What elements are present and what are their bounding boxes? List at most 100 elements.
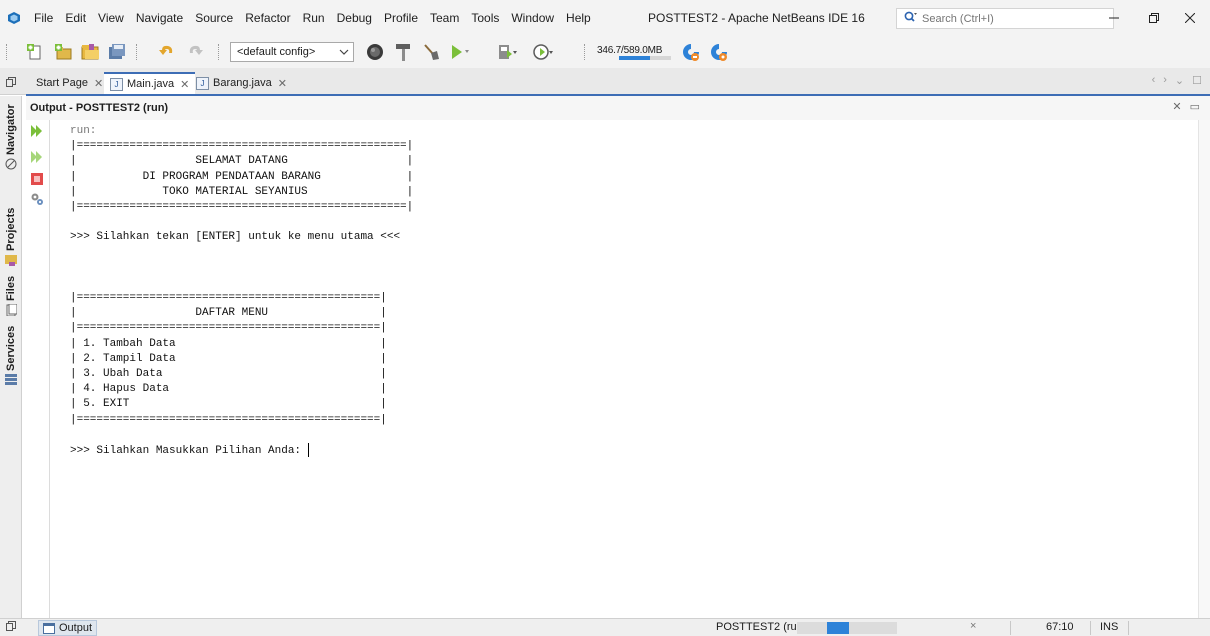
console-line: | 5. EXIT |: [70, 397, 1198, 412]
show-opened-documents-icon[interactable]: ⌄: [1175, 74, 1184, 87]
tab-navigation: ‹ › ⌄ ☐: [1152, 74, 1202, 87]
output-console[interactable]: run: |===================================…: [52, 120, 1198, 618]
new-project-button[interactable]: [52, 42, 74, 62]
open-project-icon: [81, 44, 99, 60]
close-panel-icon[interactable]: ✕: [1172, 100, 1181, 113]
undo-icon: [159, 45, 173, 55]
minimized-output-tab[interactable]: Output: [38, 620, 98, 636]
maximize-editor-icon[interactable]: ☐: [1192, 74, 1202, 87]
restore-panel-button[interactable]: [6, 621, 16, 634]
gc-button[interactable]: [680, 42, 702, 62]
console-line-text: run:: [70, 125, 97, 137]
vertical-scrollbar[interactable]: [1198, 120, 1210, 618]
menu-window[interactable]: Window: [505, 0, 560, 36]
java-file-icon: J: [196, 76, 209, 90]
rerun-button[interactable]: [30, 124, 44, 138]
build-button[interactable]: [420, 42, 442, 62]
close-window-button[interactable]: [1170, 0, 1210, 36]
settings-button[interactable]: [30, 192, 44, 206]
output-panel-controls: ✕ ▭: [1172, 100, 1200, 113]
tab-barang-java[interactable]: J Barang.java ✕: [190, 72, 293, 94]
menu-edit[interactable]: Edit: [59, 0, 92, 36]
toolbar: <default config> 346.7/589.0MB: [0, 36, 1210, 68]
sidebar-tab-files[interactable]: Files: [2, 272, 20, 316]
console-line-text: >>> Silahkan tekan [ENTER] untuk ke menu…: [70, 231, 401, 244]
menu-file[interactable]: File: [28, 0, 59, 36]
new-file-button[interactable]: [24, 42, 46, 62]
task-progress-bar: [797, 622, 897, 634]
menu-run[interactable]: Run: [297, 0, 331, 36]
console-line-text: |=======================================…: [70, 292, 387, 305]
status-divider: [1010, 621, 1011, 635]
menu-source[interactable]: Source: [189, 0, 239, 36]
hammer-icon: [396, 44, 410, 61]
configuration-select[interactable]: <default config>: [230, 42, 354, 62]
restore-group-icon: [6, 76, 16, 87]
menu-navigate[interactable]: Navigate: [130, 0, 189, 36]
broom-icon: [424, 44, 439, 60]
console-line-text: | 2. Tampil Data |: [70, 352, 387, 365]
toolbar-separator: [136, 44, 137, 60]
restore-window-group-button[interactable]: [0, 68, 22, 95]
console-line: | 2. Tampil Data |: [70, 352, 1198, 367]
menu-tools[interactable]: Tools: [465, 0, 505, 36]
undo-button[interactable]: [156, 42, 178, 62]
profile-button[interactable]: [532, 42, 554, 62]
projects-icon: [5, 255, 17, 266]
console-line-text: | 3. Ubah Data |: [70, 368, 387, 380]
close-tab-icon[interactable]: ✕: [94, 77, 103, 90]
maximize-button[interactable]: [1134, 0, 1174, 36]
output-panel-header: Output - POSTTEST2 (run) ✕ ▭: [26, 96, 1210, 120]
memory-usage-bar: [619, 56, 671, 60]
status-bar: Output POSTTEST2 (run) × 67:10 INS: [0, 618, 1210, 636]
memory-usage-meter[interactable]: 346.7/589.0MB: [597, 45, 671, 60]
build-target-button[interactable]: [364, 42, 386, 62]
debug-button[interactable]: [496, 42, 518, 62]
run-button[interactable]: [448, 42, 470, 62]
cancel-task-button[interactable]: ×: [970, 620, 976, 632]
console-line: | TOKO MATERIAL SEYANIUS |: [70, 185, 1198, 200]
menu-profile[interactable]: Profile: [378, 0, 424, 36]
search-box[interactable]: [896, 8, 1114, 29]
rerun-with-params-button[interactable]: [30, 150, 44, 164]
menu-refactor[interactable]: Refactor: [239, 0, 296, 36]
menu-view[interactable]: View: [92, 0, 130, 36]
close-tab-icon[interactable]: ✕: [278, 77, 287, 90]
console-line-text: |=======================================…: [70, 200, 414, 213]
minimize-panel-icon[interactable]: ▭: [1190, 100, 1200, 113]
console-line-text: >>> Silahkan Masukkan Pilihan Anda:: [70, 444, 308, 457]
console-line-text: |=======================================…: [70, 413, 387, 426]
stop-button[interactable]: [30, 172, 44, 186]
clean-build-button[interactable]: [392, 42, 414, 62]
console-line-text: | 4. Hapus Data |: [70, 383, 387, 396]
close-tab-icon[interactable]: ✕: [180, 78, 189, 91]
sidebar-tab-navigator[interactable]: Navigator: [2, 100, 20, 170]
console-line-text: | DAFTAR MENU |: [70, 307, 387, 320]
save-all-button[interactable]: [106, 42, 128, 62]
sidebar-tab-services[interactable]: Services: [2, 322, 20, 386]
redo-button[interactable]: [184, 42, 206, 62]
console-line: |=======================================…: [70, 139, 1198, 154]
scroll-left-icon[interactable]: ‹: [1152, 74, 1156, 87]
memory-usage-fill: [619, 56, 650, 60]
menu-help[interactable]: Help: [560, 0, 597, 36]
sidebar-tab-projects[interactable]: Projects: [2, 204, 20, 266]
console-line-text: | 1. Tambah Data |: [70, 337, 387, 350]
toolbar-separator: [218, 44, 219, 60]
toolbar-separator: [6, 44, 7, 60]
menu-debug[interactable]: Debug: [331, 0, 378, 36]
open-project-button[interactable]: [80, 42, 102, 62]
profile-ide-button[interactable]: [708, 42, 730, 62]
console-line: >>> Silahkan Masukkan Pilihan Anda:: [70, 442, 1198, 458]
tab-main-java[interactable]: J Main.java ✕: [104, 72, 196, 94]
minimize-button[interactable]: [1094, 0, 1134, 36]
console-line-text: | 5. EXIT |: [70, 398, 387, 411]
scroll-right-icon[interactable]: ›: [1163, 74, 1167, 87]
search-input[interactable]: [922, 12, 1092, 25]
tab-start-page[interactable]: Start Page ✕: [30, 72, 109, 94]
menu-team[interactable]: Team: [424, 0, 465, 36]
debug-icon: [499, 45, 517, 59]
